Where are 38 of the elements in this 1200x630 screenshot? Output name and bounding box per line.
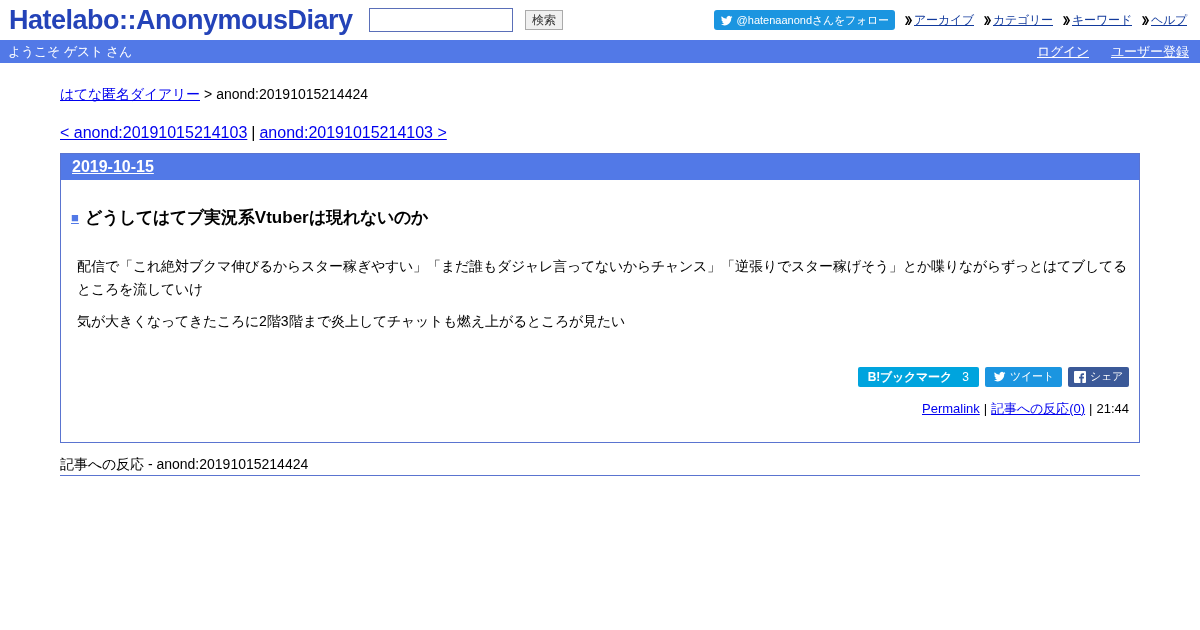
search-field[interactable] xyxy=(368,8,513,32)
entry-title: どうしてはてブ実況系Vtuberは現れないのか xyxy=(84,207,428,229)
share-button[interactable]: シェア xyxy=(1068,366,1129,387)
nav-link[interactable]: キーワード xyxy=(1072,12,1132,28)
site-logo[interactable]: Hatelabo::AnonymousDiary xyxy=(9,6,353,34)
double-chevron-icon xyxy=(905,15,912,25)
pager-separator: | xyxy=(251,123,256,143)
nav-link[interactable]: アーカイブ xyxy=(914,12,974,28)
breadcrumb-link[interactable]: はてな匿名ダイアリー xyxy=(60,84,200,104)
previous-link[interactable]: < anond:20191015214103 xyxy=(60,121,248,145)
bookmark-logo: B! xyxy=(867,368,881,386)
double-chevron-icon xyxy=(1142,15,1149,25)
nav-link[interactable]: ヘルプ xyxy=(1151,12,1187,28)
breadcrumb-current: anond:20191015214424 xyxy=(216,85,368,104)
bird-icon xyxy=(719,13,733,27)
user-link[interactable]: ログイン xyxy=(1037,41,1089,62)
permalink-link[interactable]: Permalink xyxy=(922,398,980,418)
bookmark-label: ブックマーク xyxy=(880,368,953,386)
reactions-link[interactable]: 記事への反応(0) xyxy=(991,398,1086,418)
nav-link[interactable]: カテゴリー xyxy=(993,12,1053,28)
date-link[interactable]: 2019-10-15 xyxy=(72,155,154,179)
body-paragraph: 気が大きくなってきたころに2階3階まで炎上してチャットも燃え上がるところが見たい xyxy=(77,311,626,331)
bird-icon xyxy=(993,370,1006,383)
reactions-heading: 記事への反応 - anond:20191015214424 xyxy=(60,454,1140,476)
title-marker-link[interactable]: ■ xyxy=(71,208,79,228)
bookmark-count: 3 xyxy=(962,368,969,386)
f-square-icon xyxy=(1074,370,1086,383)
double-chevron-icon xyxy=(1063,15,1070,25)
user-link[interactable]: ユーザー登録 xyxy=(1111,41,1189,62)
search-button[interactable]: 検索 xyxy=(524,10,563,30)
footer-separator: | xyxy=(1089,399,1093,418)
double-chevron-icon xyxy=(984,15,991,25)
post-time: 21:44 xyxy=(1096,399,1129,418)
breadcrumb-separator: > xyxy=(204,85,213,104)
welcome-text: ようこそ ゲスト さん xyxy=(8,42,133,61)
body-paragraph: 配信で「これ絶対ブクマ伸びるからスター稼ぎやすい」「まだ誰もダジャレ言ってないからチャンス」「逆張りでスター稼げそう」とか喋りながらずっとはてブしてるところを流していけ xyxy=(77,256,1128,299)
footer-separator: | xyxy=(983,399,988,418)
next-link[interactable]: anond:20191015214103 > xyxy=(259,121,447,145)
